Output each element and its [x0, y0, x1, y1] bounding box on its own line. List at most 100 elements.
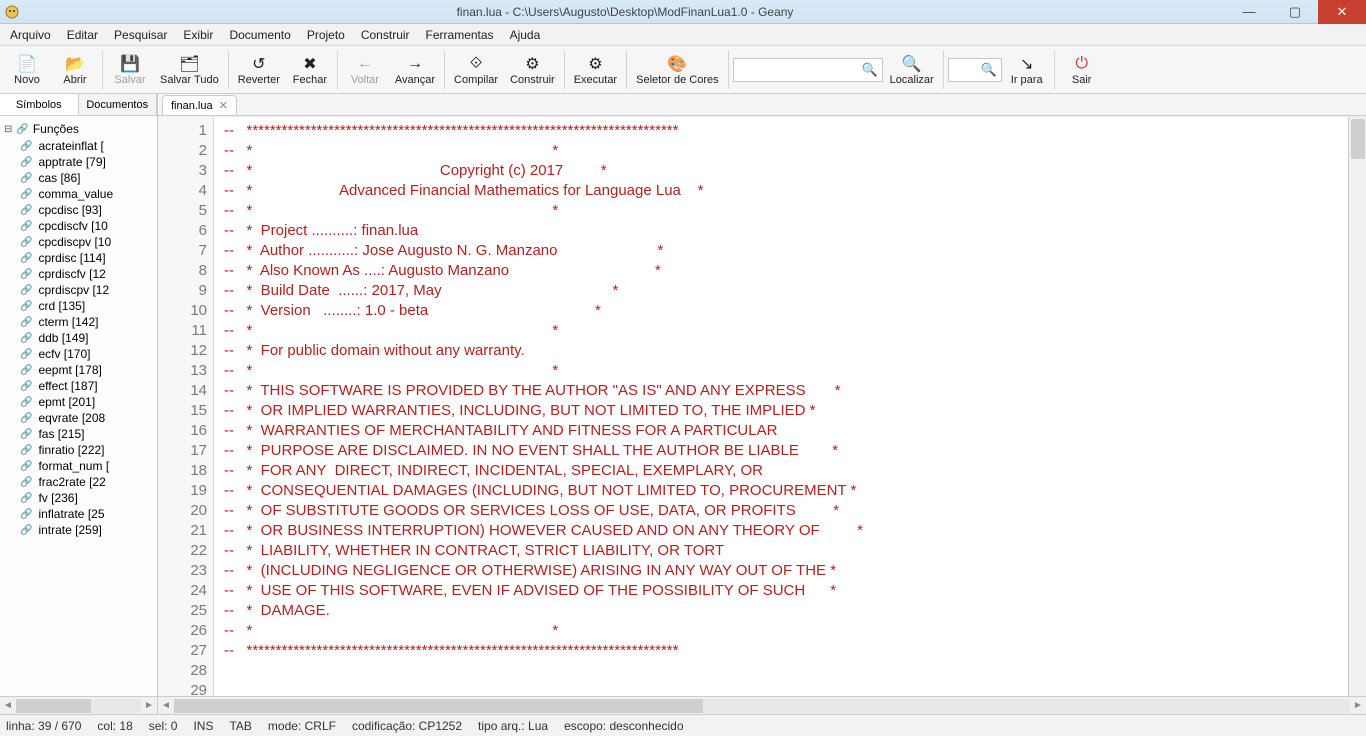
- build-icon: ⚙: [525, 54, 539, 74]
- goto-icon: ↘: [1020, 54, 1033, 74]
- reverter-button[interactable]: ↺Reverter: [233, 48, 285, 92]
- tree-item[interactable]: 🔗effect [187]: [20, 378, 155, 394]
- tab-close-icon[interactable]: ✕: [219, 99, 228, 112]
- menu-ajuda[interactable]: Ajuda: [504, 26, 547, 44]
- tree-item[interactable]: 🔗frac2rate [22: [20, 474, 155, 490]
- salvartudo-button[interactable]: 🗂Salvar Tudo: [155, 48, 224, 92]
- menu-projeto[interactable]: Projeto: [301, 26, 351, 44]
- new-icon: 📄: [17, 54, 37, 74]
- avancar-button[interactable]: →Avançar: [390, 48, 440, 92]
- tree-item[interactable]: 🔗cprdiscfv [12: [20, 266, 155, 282]
- menu-exibir[interactable]: Exibir: [177, 26, 219, 44]
- editor-vscroll[interactable]: [1348, 117, 1366, 696]
- link-icon: 🔗: [20, 413, 32, 424]
- compilar-button[interactable]: ⟐Compilar: [449, 48, 503, 92]
- tree-item[interactable]: 🔗acrateinflat [: [20, 138, 155, 154]
- editor: finan.lua ✕ 1234567891011121314151617181…: [158, 94, 1366, 714]
- scroll-left-icon[interactable]: ◄: [158, 700, 174, 711]
- link-icon: 🔗: [20, 493, 32, 504]
- menu-documento[interactable]: Documento: [223, 26, 296, 44]
- symbol-tree[interactable]: ⊟ 🔗 Funções 🔗acrateinflat [🔗apptrate [79…: [0, 116, 157, 696]
- tab-simbolos[interactable]: Símbolos: [0, 94, 79, 115]
- link-icon: 🔗: [20, 477, 32, 488]
- tree-item[interactable]: 🔗comma_value: [20, 186, 155, 202]
- tree-item[interactable]: 🔗cpcdiscpv [10: [20, 234, 155, 250]
- forward-icon: →: [407, 54, 423, 74]
- tree-item[interactable]: 🔗format_num [: [20, 458, 155, 474]
- menu-bar: Arquivo Editar Pesquisar Exibir Document…: [0, 24, 1366, 46]
- back-icon: ←: [357, 54, 373, 74]
- window-title: finan.lua - C:\Users\Augusto\Desktop\Mod…: [24, 5, 1226, 19]
- voltar-button[interactable]: ←Voltar: [342, 48, 388, 92]
- compile-icon: ⟐: [470, 54, 483, 74]
- tree-item[interactable]: 🔗inflatrate [25: [20, 506, 155, 522]
- tree-item[interactable]: 🔗crd [135]: [20, 298, 155, 314]
- open-icon: 📂: [65, 54, 85, 74]
- link-icon: 🔗: [16, 124, 28, 135]
- maximize-button[interactable]: ▢: [1272, 0, 1318, 24]
- separator: [1054, 51, 1055, 89]
- tree-item[interactable]: 🔗cterm [142]: [20, 314, 155, 330]
- link-icon: 🔗: [20, 445, 32, 456]
- scroll-right-icon[interactable]: ►: [1350, 700, 1366, 711]
- tree-item[interactable]: 🔗cas [86]: [20, 170, 155, 186]
- sidebar-hscroll[interactable]: ◄ ►: [0, 696, 157, 714]
- separator: [626, 51, 627, 89]
- window-controls: — ▢ ✕: [1226, 0, 1366, 24]
- localizar-button[interactable]: 🔍Localizar: [885, 48, 939, 92]
- vscroll-thumb[interactable]: [1351, 119, 1365, 159]
- abrir-button[interactable]: 📂Abrir: [52, 48, 98, 92]
- irpara-button[interactable]: ↘Ir para: [1004, 48, 1050, 92]
- tree-item[interactable]: 🔗cpcdiscfv [10: [20, 218, 155, 234]
- tree-item[interactable]: 🔗cpcdisc [93]: [20, 202, 155, 218]
- salvar-button[interactable]: 💾Salvar: [107, 48, 153, 92]
- seletor-button[interactable]: 🎨Seletor de Cores: [631, 48, 724, 92]
- tab-documentos[interactable]: Documentos: [79, 94, 158, 115]
- saveall-icon: 🗂: [179, 54, 199, 74]
- separator: [728, 51, 729, 89]
- hscroll-thumb[interactable]: [174, 699, 703, 713]
- scroll-track[interactable]: [16, 699, 141, 713]
- tree-item[interactable]: 🔗fas [215]: [20, 426, 155, 442]
- tree-item[interactable]: 🔗cprdisc [114]: [20, 250, 155, 266]
- tree-item[interactable]: 🔗apptrate [79]: [20, 154, 155, 170]
- tree-item[interactable]: 🔗cprdiscpv [12: [20, 282, 155, 298]
- toolbar: 📄Novo 📂Abrir 💾Salvar 🗂Salvar Tudo ↺Rever…: [0, 46, 1366, 94]
- expander-icon[interactable]: ⊟: [4, 124, 12, 135]
- tree-item[interactable]: 🔗eqvrate [208: [20, 410, 155, 426]
- sidebar: Símbolos Documentos ⊟ 🔗 Funções 🔗acratei…: [0, 94, 158, 714]
- scroll-right-icon[interactable]: ►: [141, 700, 157, 711]
- search-input[interactable]: 🔍: [733, 58, 883, 82]
- goto-input[interactable]: 🔍: [948, 58, 1002, 82]
- scroll-track[interactable]: [174, 699, 1350, 713]
- construir-button[interactable]: ⚙Construir: [505, 48, 560, 92]
- fechar-button[interactable]: ✖Fechar: [287, 48, 333, 92]
- tree-root-funcoes[interactable]: ⊟ 🔗 Funções: [2, 120, 155, 138]
- tree-item[interactable]: 🔗fv [236]: [20, 490, 155, 506]
- novo-button[interactable]: 📄Novo: [4, 48, 50, 92]
- menu-ferramentas[interactable]: Ferramentas: [420, 26, 500, 44]
- editor-hscroll[interactable]: ◄ ►: [158, 696, 1366, 714]
- menu-editar[interactable]: Editar: [61, 26, 104, 44]
- run-icon: ⚙︎: [588, 54, 602, 74]
- scroll-left-icon[interactable]: ◄: [0, 700, 16, 711]
- tree-item[interactable]: 🔗eepmt [178]: [20, 362, 155, 378]
- editor-tab-finan[interactable]: finan.lua ✕: [162, 95, 237, 115]
- code-area[interactable]: -- *************************************…: [214, 117, 1348, 696]
- close-button[interactable]: ✕: [1318, 0, 1366, 24]
- minimize-button[interactable]: —: [1226, 0, 1272, 24]
- menu-pesquisar[interactable]: Pesquisar: [108, 26, 173, 44]
- menu-construir[interactable]: Construir: [355, 26, 416, 44]
- tree-item[interactable]: 🔗ecfv [170]: [20, 346, 155, 362]
- link-icon: 🔗: [20, 349, 32, 360]
- sair-button[interactable]: ⏻Sair: [1059, 48, 1105, 92]
- tree-item[interactable]: 🔗finratio [222]: [20, 442, 155, 458]
- scroll-thumb[interactable]: [16, 699, 91, 713]
- tree-item[interactable]: 🔗intrate [259]: [20, 522, 155, 538]
- menu-arquivo[interactable]: Arquivo: [4, 26, 57, 44]
- link-icon: 🔗: [20, 237, 32, 248]
- link-icon: 🔗: [20, 253, 32, 264]
- tree-item[interactable]: 🔗ddb [149]: [20, 330, 155, 346]
- tree-item[interactable]: 🔗epmt [201]: [20, 394, 155, 410]
- executar-button[interactable]: ⚙︎Executar: [569, 48, 622, 92]
